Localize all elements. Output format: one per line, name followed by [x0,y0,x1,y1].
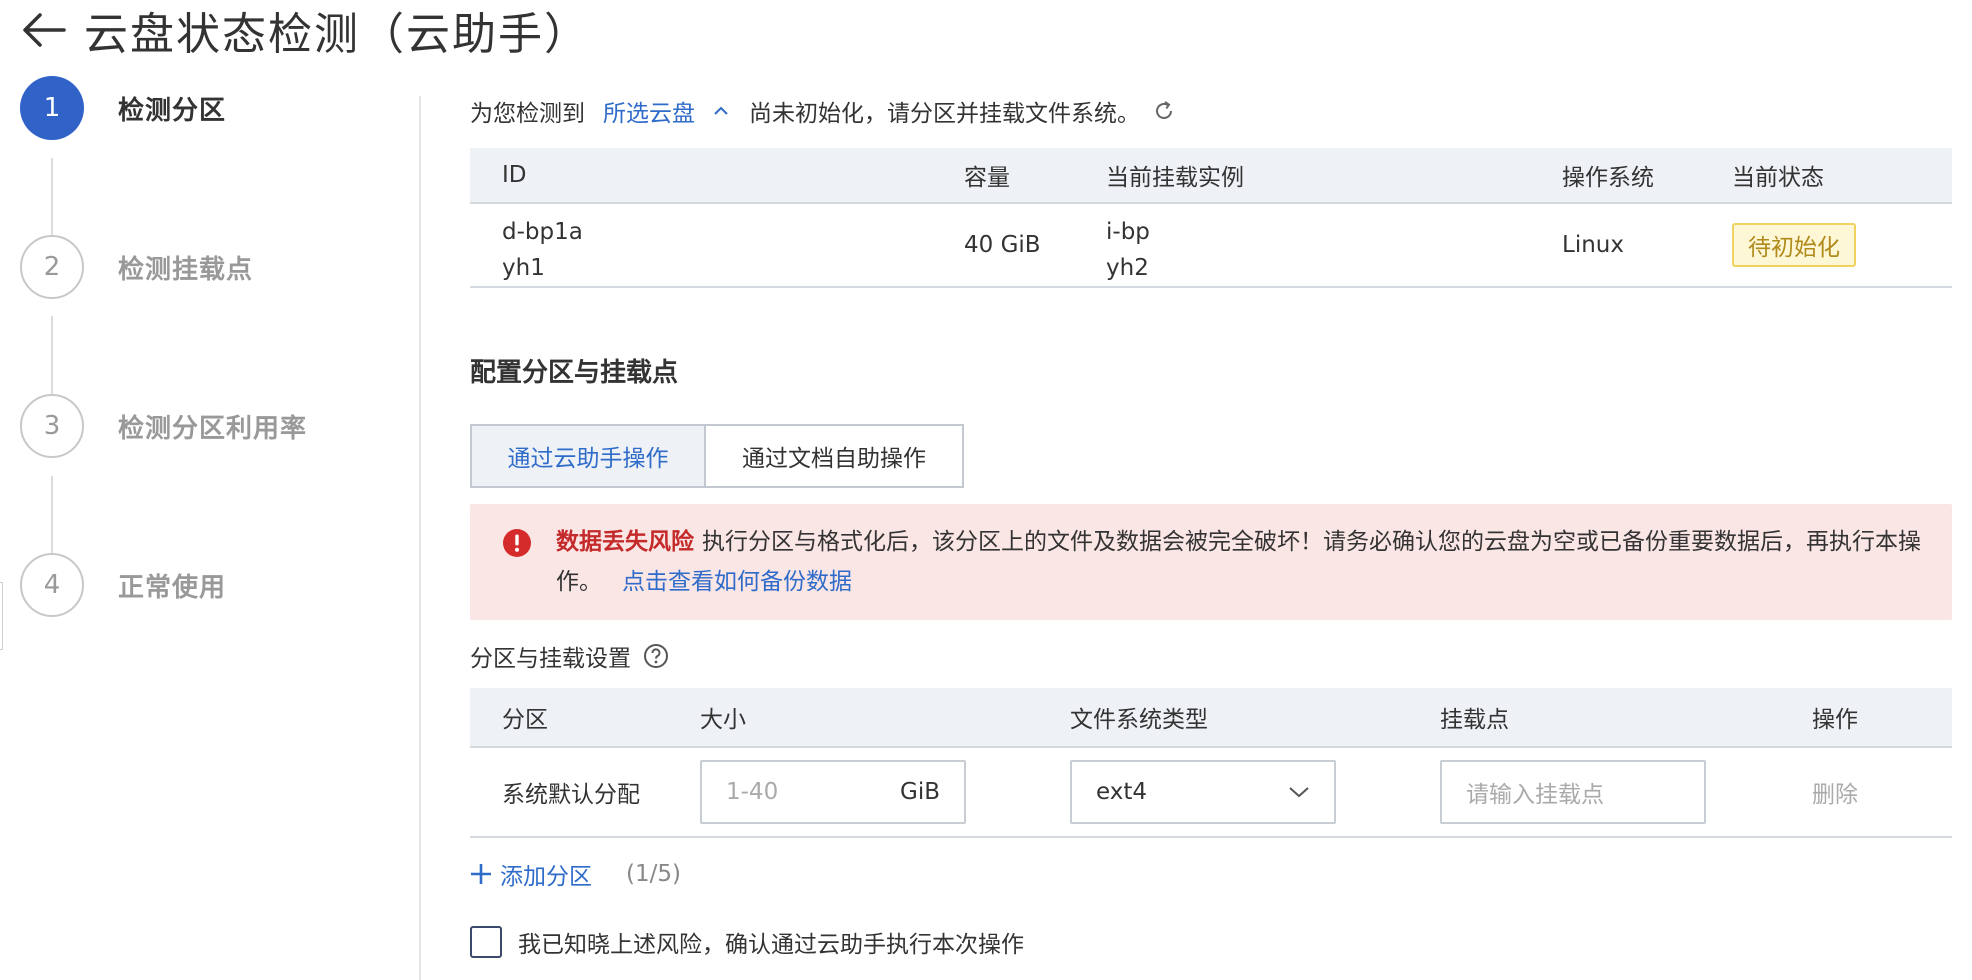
detect-prefix: 为您检测到 [470,101,585,127]
step-number: 3 [20,394,84,458]
size-placeholder: 1-40 [726,779,779,805]
instance-id-link[interactable]: i-bp [1106,214,1150,250]
add-partition-button[interactable]: 添加分区 [500,857,592,891]
step-label: 检测分区 [118,95,227,126]
alert-title: 数据丢失风险 [556,529,694,555]
fs-type-value: ext4 [1096,779,1148,805]
col-size: 大小 [700,707,746,733]
risk-confirm-label[interactable]: 我已知晓上述风险，确认通过云助手执行本次操作 [518,925,1024,959]
backup-guide-link[interactable]: 点击查看如何备份数据 [622,569,852,595]
col-capacity: 容量 [964,165,1010,191]
status-cell: 待初始化 [1732,223,1856,267]
add-partition-row: 添加分区 (1/5) [470,854,681,894]
detect-summary: 为您检测到 所选云盘 尚未初始化，请分区并挂载文件系统。 [470,90,1176,132]
instance-name: yh2 [1106,255,1149,281]
disk-capacity: 40 GiB [964,232,1041,258]
disk-id-link[interactable]: d-bp1a [502,214,582,250]
detect-suffix: 尚未初始化，请分区并挂载文件系统。 [749,101,1140,127]
step-label: 正常使用 [118,572,227,603]
selected-disk-link[interactable]: 所选云盘 [603,94,695,128]
partition-name: 系统默认分配 [502,782,640,808]
step-label: 检测挂载点 [118,254,254,285]
refresh-icon[interactable] [1152,99,1176,123]
step-label: 检测分区利用率 [118,413,308,444]
step-2[interactable]: 2 检测挂载点 [20,235,253,299]
partition-table-header: 分区 大小 文件系统类型 挂载点 操作 [470,688,1952,748]
tab-cloud-assistant[interactable]: 通过云助手操作 [470,424,706,488]
instance-cell: i-bp yh2 [1106,214,1150,286]
col-mount-point: 挂载点 [1440,707,1509,733]
col-partition: 分区 [502,707,548,733]
data-loss-alert: 数据丢失风险 执行分区与格式化后，该分区上的文件及数据会被完全破坏！请务必确认您的… [470,504,1952,620]
col-id: ID [502,162,527,188]
step-number: 1 [20,76,84,140]
col-status: 当前状态 [1732,165,1824,191]
mount-point-input[interactable]: 请输入挂载点 [1440,760,1706,824]
col-action: 操作 [1812,707,1858,733]
status-badge: 待初始化 [1732,223,1856,267]
sidebar-edge-handle[interactable] [0,582,3,650]
risk-confirm: 我已知晓上述风险，确认通过云助手执行本次操作 [470,922,1024,962]
risk-confirm-checkbox[interactable] [470,926,502,958]
step-3[interactable]: 3 检测分区利用率 [20,394,307,458]
partition-table: 分区 大小 文件系统类型 挂载点 操作 系统默认分配 1-40 GiB ext4… [470,688,1952,838]
partition-settings-label: 分区与挂载设置 [470,646,631,672]
tab-self-service-doc[interactable]: 通过文档自助操作 [706,424,964,488]
chevron-down-icon [1288,785,1310,799]
table-row: 系统默认分配 1-40 GiB ext4 请输入挂载点 删除 [470,748,1952,838]
disk-os: Linux [1562,232,1624,258]
col-fs-type: 文件系统类型 [1070,707,1208,733]
step-4[interactable]: 4 正常使用 [20,553,226,617]
disk-table: ID 容量 当前挂载实例 操作系统 当前状态 d-bp1a yh1 40 GiB… [470,148,1952,288]
config-section-title: 配置分区与挂载点 [470,358,679,388]
step-number: 2 [20,235,84,299]
mount-point-placeholder: 请输入挂载点 [1466,782,1604,808]
col-os: 操作系统 [1562,165,1654,191]
delete-button[interactable]: 删除 [1812,775,1858,809]
size-unit: GiB [900,779,940,805]
chevron-up-icon[interactable] [713,106,729,116]
step-1[interactable]: 1 检测分区 [20,76,226,140]
disk-name: yh1 [502,255,545,281]
disk-table-header: ID 容量 当前挂载实例 操作系统 当前状态 [470,148,1952,204]
partition-settings-title: 分区与挂载设置 [470,638,669,674]
size-input[interactable]: 1-40 GiB [700,760,966,824]
page-header: 云盘状态检测（云助手） [18,2,590,60]
help-icon[interactable] [643,643,669,669]
back-arrow-icon[interactable] [18,4,70,56]
disk-id-cell: d-bp1a yh1 [502,214,582,286]
operation-tabs: 通过云助手操作 通过文档自助操作 [470,424,964,488]
partition-count: (1/5) [626,861,681,887]
page-title: 云盘状态检测（云助手） [84,9,590,60]
error-icon [502,528,532,571]
plus-icon[interactable] [470,863,492,885]
col-instance: 当前挂载实例 [1106,165,1244,191]
table-row: d-bp1a yh1 40 GiB i-bp yh2 Linux 待初始化 [470,204,1952,288]
vertical-divider [419,96,421,980]
step-number: 4 [20,553,84,617]
fs-type-select[interactable]: ext4 [1070,760,1336,824]
